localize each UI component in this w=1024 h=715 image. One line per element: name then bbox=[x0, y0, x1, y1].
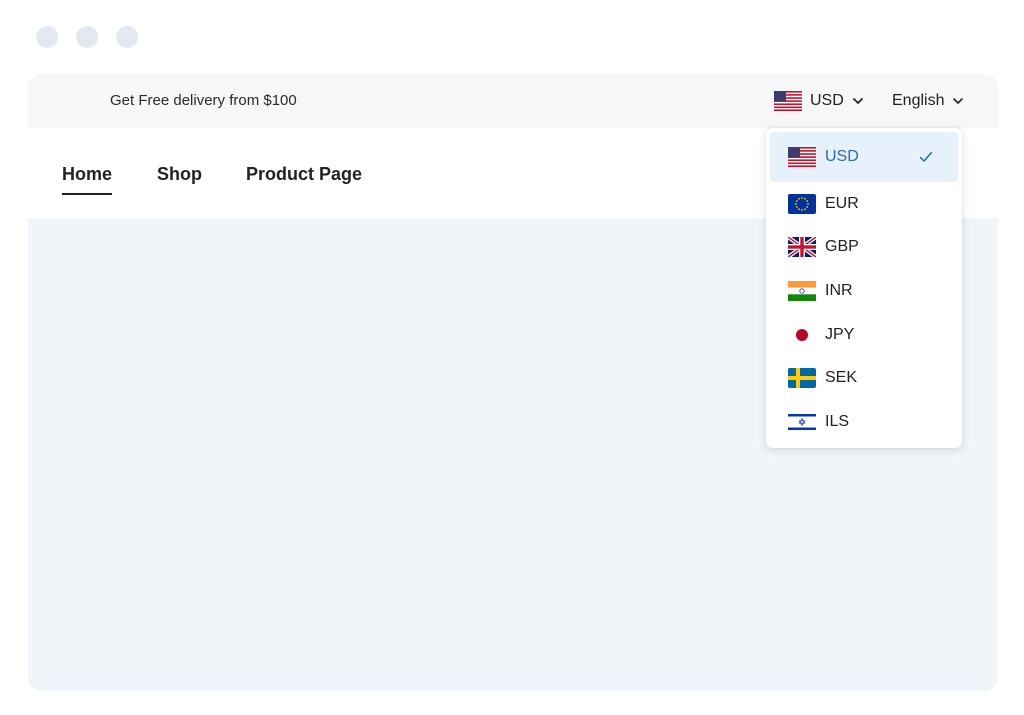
promo-text: Get Free delivery from $100 bbox=[110, 92, 297, 109]
sweden-flag-icon bbox=[788, 368, 816, 389]
currency-option-jpy[interactable]: JPY bbox=[770, 313, 958, 357]
window-dot bbox=[76, 26, 98, 48]
currency-option-gbp[interactable]: GBP bbox=[770, 226, 958, 270]
currency-option-usd[interactable]: USD bbox=[770, 132, 958, 182]
currency-option-label: INR bbox=[825, 281, 853, 299]
currency-option-label: JPY bbox=[825, 325, 855, 343]
chevron-down-icon bbox=[852, 98, 863, 104]
window-dot bbox=[36, 26, 58, 48]
nav-item-home[interactable]: Home bbox=[62, 164, 113, 195]
uk-flag-icon bbox=[788, 237, 816, 258]
currency-option-eur[interactable]: EUR bbox=[770, 182, 958, 226]
us-flag-icon bbox=[774, 91, 802, 111]
checkmark-icon bbox=[919, 151, 933, 162]
nav-item-shop[interactable]: Shop bbox=[157, 164, 202, 185]
top-bar: Get Free delivery from $100 USD English bbox=[28, 74, 998, 128]
window-dot bbox=[116, 26, 138, 48]
window-controls bbox=[36, 26, 138, 48]
currency-label: USD bbox=[810, 92, 844, 109]
eu-flag-icon bbox=[788, 193, 816, 214]
currency-option-label: GBP bbox=[825, 238, 859, 256]
nav-item-product-page[interactable]: Product Page bbox=[246, 164, 362, 185]
currency-option-sek[interactable]: SEK bbox=[770, 356, 958, 400]
india-flag-icon bbox=[788, 280, 816, 301]
currency-option-ils[interactable]: ILS bbox=[770, 400, 958, 444]
currency-option-label: EUR bbox=[825, 194, 859, 212]
us-flag-icon bbox=[788, 147, 816, 167]
currency-dropdown-menu: USD EUR GBP INR JPY SEK ILS bbox=[766, 128, 962, 448]
japan-flag-icon bbox=[788, 324, 816, 345]
currency-option-label: ILS bbox=[825, 412, 850, 430]
chevron-down-icon bbox=[953, 98, 964, 104]
israel-flag-icon bbox=[788, 411, 816, 432]
language-label: English bbox=[892, 92, 945, 109]
language-selector[interactable]: English bbox=[892, 88, 964, 114]
currency-option-label: SEK bbox=[825, 369, 858, 387]
currency-selector[interactable]: USD bbox=[774, 88, 864, 114]
currency-option-label: USD bbox=[825, 148, 859, 165]
currency-option-inr[interactable]: INR bbox=[770, 269, 958, 313]
